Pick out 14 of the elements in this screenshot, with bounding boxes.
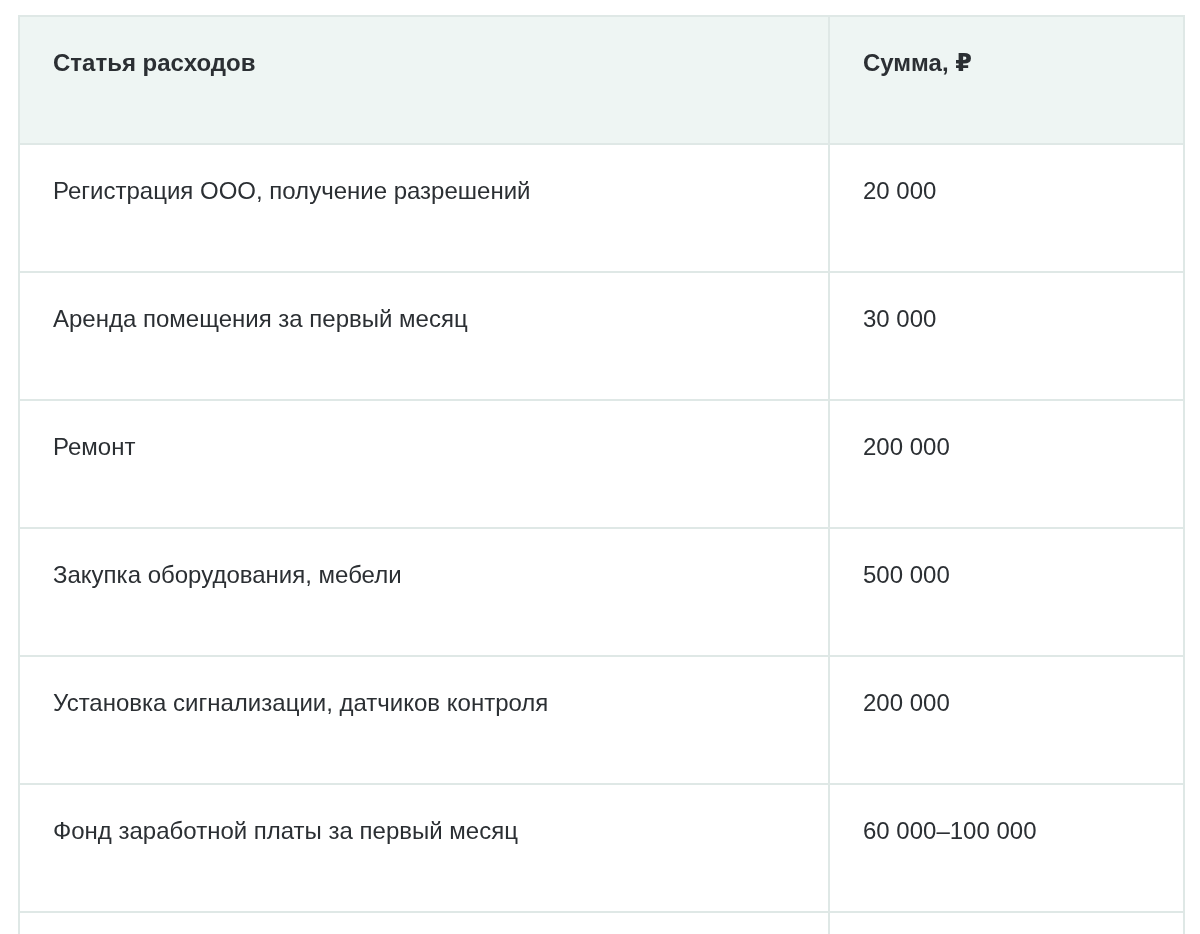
table-cell: 30 000 [829, 272, 1184, 400]
table-cell: 200 000 [829, 400, 1184, 528]
table-cell: 200 000 [829, 656, 1184, 784]
table-cell: Аренда помещения за первый месяц [19, 272, 829, 400]
table-cell: 60 000–100 000 [829, 784, 1184, 912]
table-cell: Установка сигнализации, датчиков контроля [19, 656, 829, 784]
column-header: Сумма, ₽ [829, 16, 1184, 144]
table-cell: Регистрация ООО, получение разрешений [19, 144, 829, 272]
table-cell: Ремонт [19, 400, 829, 528]
table-cell: 20 000 [829, 144, 1184, 272]
table-cell: Закупка оборудования, мебели [19, 528, 829, 656]
table-cell: Фонд заработной платы за первый месяц [19, 784, 829, 912]
column-header: Статья расходов [19, 16, 829, 144]
table-cell: 500 000 [829, 528, 1184, 656]
